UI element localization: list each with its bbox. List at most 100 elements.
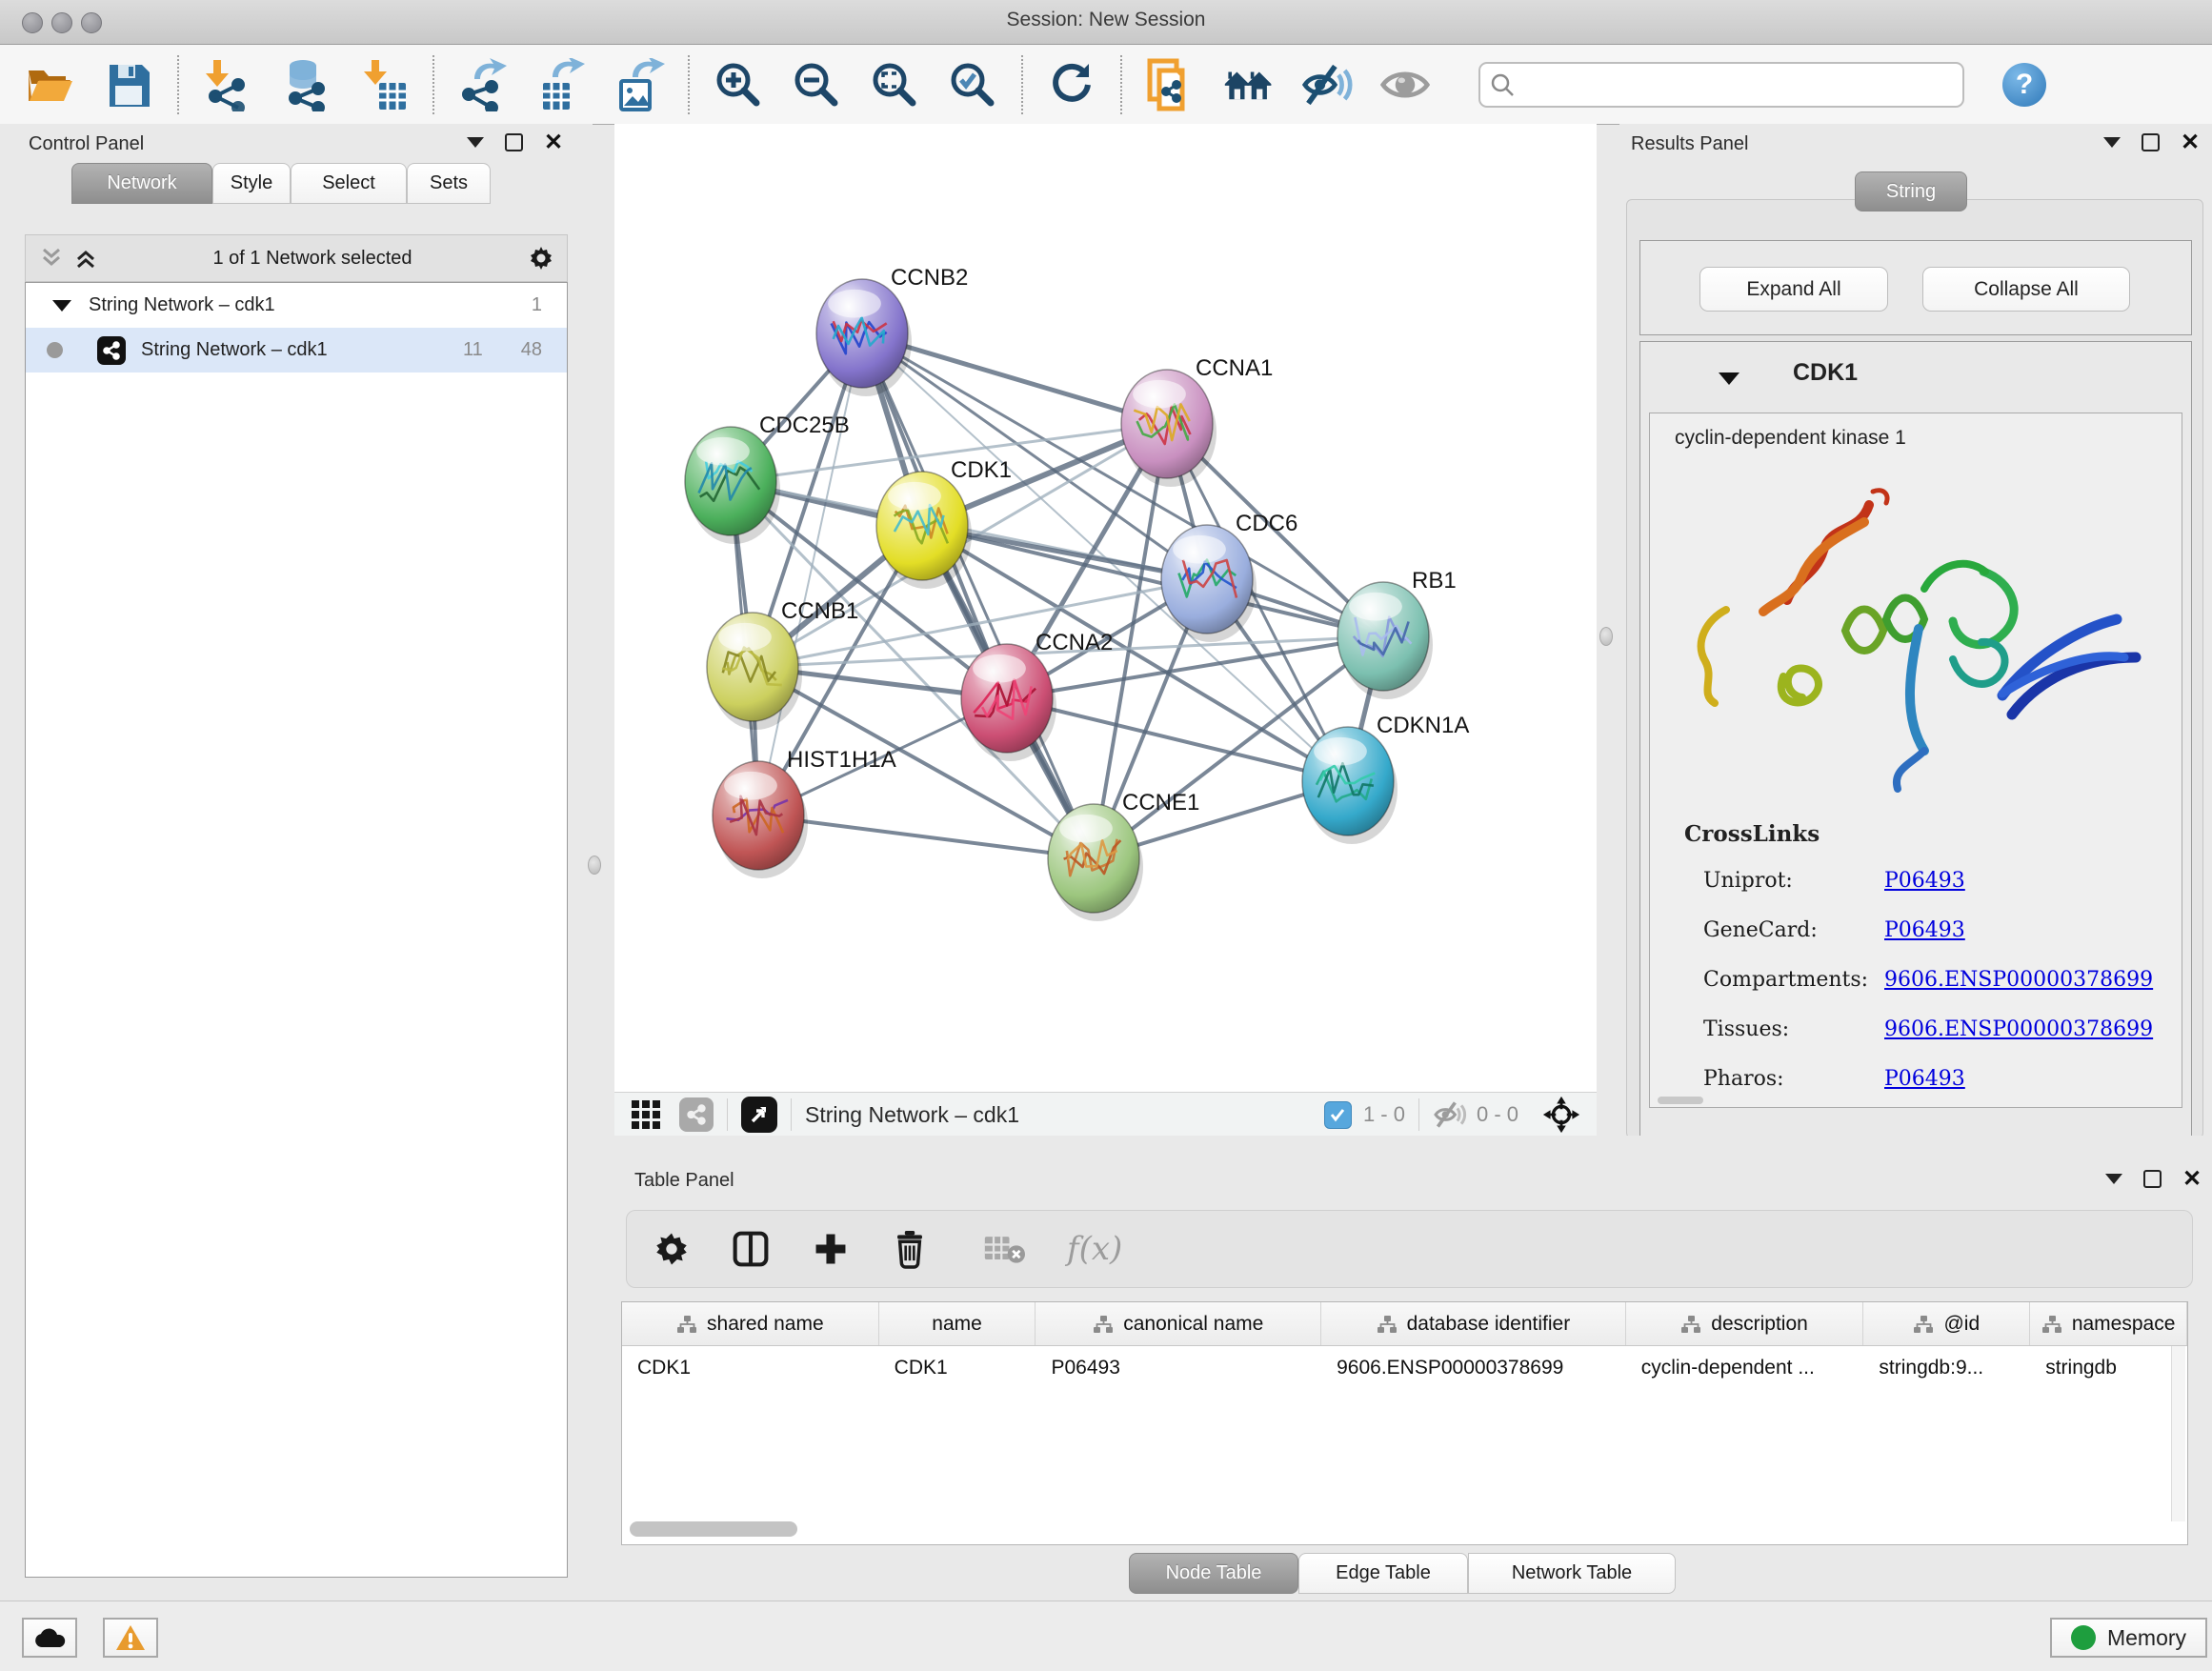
zoom-selected-icon[interactable] <box>947 59 998 111</box>
fit-selected-icon[interactable] <box>1541 1095 1581 1135</box>
help-button[interactable]: ? <box>2002 63 2046 107</box>
zoom-in-icon[interactable] <box>713 59 764 111</box>
delete-column-icon[interactable] <box>892 1229 928 1269</box>
tab-network[interactable]: Network <box>71 163 212 204</box>
tab-node-table[interactable]: Node Table <box>1129 1553 1298 1594</box>
network-collection-row[interactable]: String Network – cdk1 1 <box>26 283 567 328</box>
zoom-out-icon[interactable] <box>791 59 842 111</box>
warning-button[interactable] <box>103 1618 158 1658</box>
node-table[interactable]: shared namename canonical name database … <box>621 1301 2188 1545</box>
network-node-rb1[interactable]: RB1 <box>1337 568 1457 699</box>
network-node-cdkn1a[interactable]: CDKN1A <box>1302 713 1469 844</box>
left-splitter-handle[interactable] <box>588 856 601 875</box>
panel-close-icon[interactable]: ✕ <box>544 135 563 150</box>
collapse-all-icon[interactable] <box>39 246 64 271</box>
tab-select[interactable]: Select <box>291 163 407 204</box>
grid-view-icon[interactable] <box>630 1098 662 1131</box>
import-database-icon[interactable] <box>280 59 332 111</box>
search-input[interactable] <box>1515 67 1962 103</box>
hide-selected-icon[interactable] <box>1301 59 1353 111</box>
hidden-items-icon[interactable] <box>1433 1100 1467 1129</box>
share-view-icon[interactable] <box>679 1097 714 1132</box>
table-cell[interactable]: 9606.ENSP00000378699 <box>1321 1346 1626 1389</box>
show-columns-icon[interactable] <box>732 1230 770 1268</box>
panel-close-icon[interactable]: ✕ <box>2181 135 2200 150</box>
column-header[interactable]: name <box>879 1302 1036 1345</box>
tree-expand-icon[interactable] <box>52 300 71 312</box>
copy-network-icon[interactable] <box>1145 59 1196 111</box>
export-network-icon[interactable] <box>457 59 509 111</box>
network-node-ccna1[interactable]: CCNA1 <box>1121 355 1273 487</box>
node-label: RB1 <box>1412 568 1457 594</box>
network-row[interactable]: String Network – cdk1 11 48 <box>26 328 567 372</box>
crosslink-link[interactable]: P06493 <box>1884 869 1965 893</box>
column-header[interactable]: canonical name <box>1036 1302 1321 1345</box>
import-network-icon[interactable] <box>202 59 253 111</box>
column-header[interactable]: @id <box>1863 1302 2030 1345</box>
collapse-all-button[interactable]: Collapse All <box>1922 267 2130 312</box>
panel-minimize-icon[interactable] <box>2103 137 2121 148</box>
network-node-hist1h1a[interactable]: HIST1H1A <box>713 747 896 878</box>
gear-icon[interactable] <box>527 244 555 272</box>
export-image-icon[interactable] <box>613 59 665 111</box>
expand-all-icon[interactable] <box>73 246 98 271</box>
panel-close-icon[interactable]: ✕ <box>2182 1172 2202 1186</box>
crosslink-link[interactable]: 9606.ENSP00000378699 <box>1884 1017 2153 1041</box>
add-column-icon[interactable] <box>812 1230 850 1268</box>
section-collapse-icon[interactable] <box>1719 372 1739 385</box>
table-cell[interactable]: stringdb <box>2030 1346 2187 1389</box>
panel-float-icon[interactable] <box>505 133 523 151</box>
birds-eye-view-icon[interactable] <box>741 1097 777 1133</box>
panel-float-icon[interactable] <box>2143 1170 2162 1188</box>
tab-network-table[interactable]: Network Table <box>1468 1553 1676 1594</box>
table-settings-gear-icon[interactable] <box>654 1231 690 1267</box>
save-session-icon[interactable] <box>103 59 154 111</box>
cloud-button[interactable] <box>22 1618 77 1658</box>
panel-float-icon[interactable] <box>2142 133 2160 151</box>
memory-button[interactable]: Memory <box>2050 1618 2207 1658</box>
tab-style[interactable]: Style <box>212 163 291 204</box>
table-hscroll-thumb[interactable] <box>630 1521 797 1537</box>
protein-structure-image <box>1669 467 2164 810</box>
cdk1-details: cyclin-dependent kinase 1 <box>1649 413 2182 1108</box>
table-cell[interactable]: CDK1 <box>622 1346 879 1389</box>
column-header[interactable]: description <box>1626 1302 1864 1345</box>
column-header[interactable]: shared name <box>622 1302 879 1345</box>
right-splitter-handle[interactable] <box>1599 627 1613 646</box>
results-hscroll-thumb[interactable] <box>1658 1097 1703 1104</box>
network-node-cdc25b[interactable]: CDC25B <box>685 413 850 544</box>
crosslink-link[interactable]: 9606.ENSP00000378699 <box>1884 968 2153 992</box>
home-icon[interactable] <box>1223 59 1275 111</box>
column-header[interactable]: database identifier <box>1321 1302 1626 1345</box>
function-builder-icon[interactable]: f(x) <box>1067 1230 1122 1268</box>
table-cell[interactable]: stringdb:9... <box>1863 1346 2030 1389</box>
delete-table-icon[interactable] <box>983 1233 1025 1265</box>
tab-edge-table[interactable]: Edge Table <box>1298 1553 1468 1594</box>
import-table-icon[interactable] <box>358 59 410 111</box>
network-canvas[interactable]: CCNB2CCNA1CDC25BCDK1CDC6RB1CCNB1CCNA2CDK… <box>614 124 1597 1092</box>
tab-sets[interactable]: Sets <box>407 163 491 204</box>
show-eye-icon[interactable] <box>1379 59 1431 111</box>
network-edge[interactable] <box>758 815 1094 858</box>
statusbar-separator <box>1418 1098 1419 1131</box>
table-row[interactable]: CDK1CDK1P064939606.ENSP00000378699cyclin… <box>622 1346 2187 1389</box>
network-node-ccnb2[interactable]: CCNB2 <box>816 265 968 396</box>
table-vscroll-track[interactable] <box>2171 1346 2185 1521</box>
table-cell[interactable]: CDK1 <box>879 1346 1036 1389</box>
crosslink-link[interactable]: P06493 <box>1884 918 1965 942</box>
panel-minimize-icon[interactable] <box>467 137 484 148</box>
zoom-fit-icon[interactable] <box>869 59 920 111</box>
table-cell[interactable]: cyclin-dependent ... <box>1626 1346 1864 1389</box>
network-edge[interactable] <box>862 333 1094 858</box>
table-cell[interactable]: P06493 <box>1036 1346 1321 1389</box>
crosslink-link[interactable]: P06493 <box>1884 1067 1965 1091</box>
column-header[interactable]: namespace <box>2030 1302 2187 1345</box>
tab-string[interactable]: String <box>1855 171 1967 211</box>
export-table-icon[interactable] <box>535 59 587 111</box>
open-session-icon[interactable] <box>25 59 76 111</box>
refresh-icon[interactable] <box>1046 59 1097 111</box>
panel-minimize-icon[interactable] <box>2105 1174 2122 1184</box>
selected-nodes-checkbox[interactable] <box>1324 1101 1352 1129</box>
expand-all-button[interactable]: Expand All <box>1699 267 1888 312</box>
table-header-row: shared namename canonical name database … <box>622 1302 2187 1346</box>
